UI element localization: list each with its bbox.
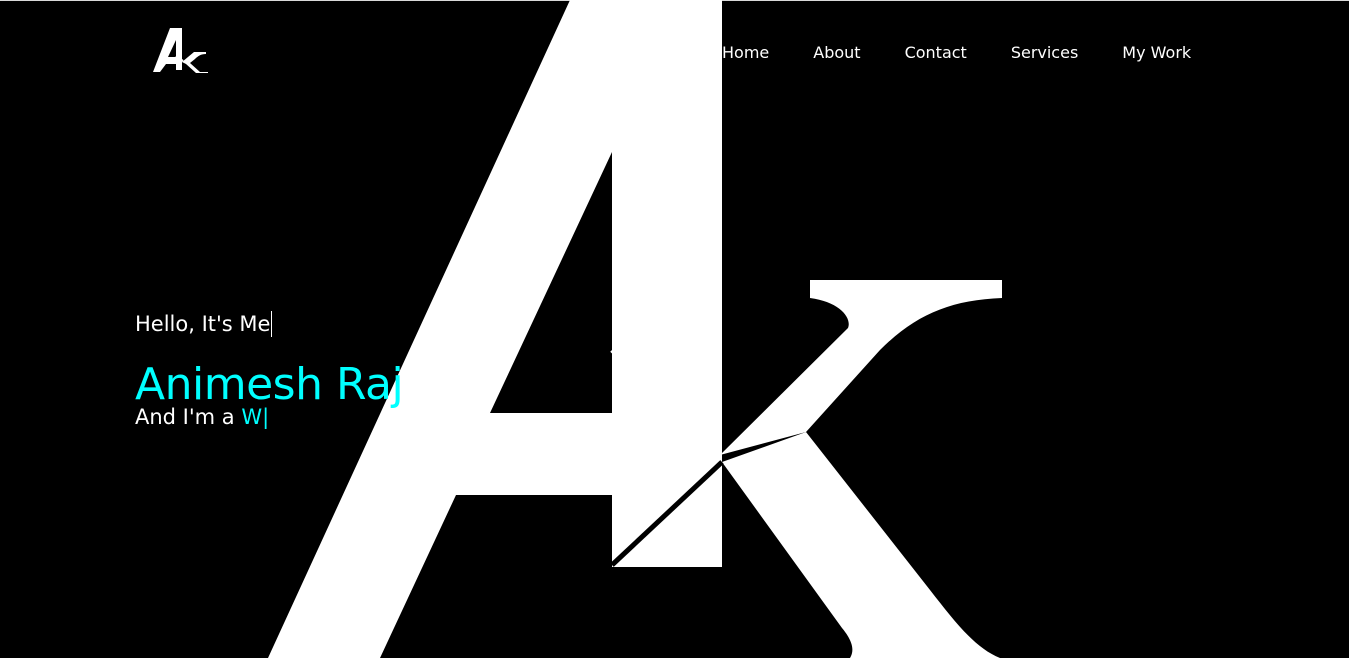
nav-link-about[interactable]: About (813, 41, 860, 65)
role-typing-caret: | (262, 405, 270, 429)
nav-link-services[interactable]: Services (1011, 41, 1078, 65)
hero-intro: Hello, It's Me Animesh Raj And I'm a W| (135, 309, 404, 431)
greeting-text: Hello, It's Me (135, 312, 271, 336)
role-prefix: And I'm a (135, 405, 235, 429)
main-nav: Home About Contact Services My Work (722, 41, 1191, 65)
nav-link-home[interactable]: Home (722, 41, 769, 65)
typing-caret (271, 311, 273, 337)
nav-link-contact[interactable]: Contact (905, 41, 967, 65)
role-typed-text: W (241, 405, 263, 429)
monogram-k-upper-arm (720, 280, 1002, 455)
monogram-k-leg (722, 432, 1000, 658)
page: Home About Contact Services My Work Hell… (0, 0, 1349, 658)
logo-icon[interactable] (150, 24, 216, 76)
nav-link-my-work[interactable]: My Work (1122, 41, 1191, 65)
greeting-line: Hello, It's Me (135, 309, 403, 339)
